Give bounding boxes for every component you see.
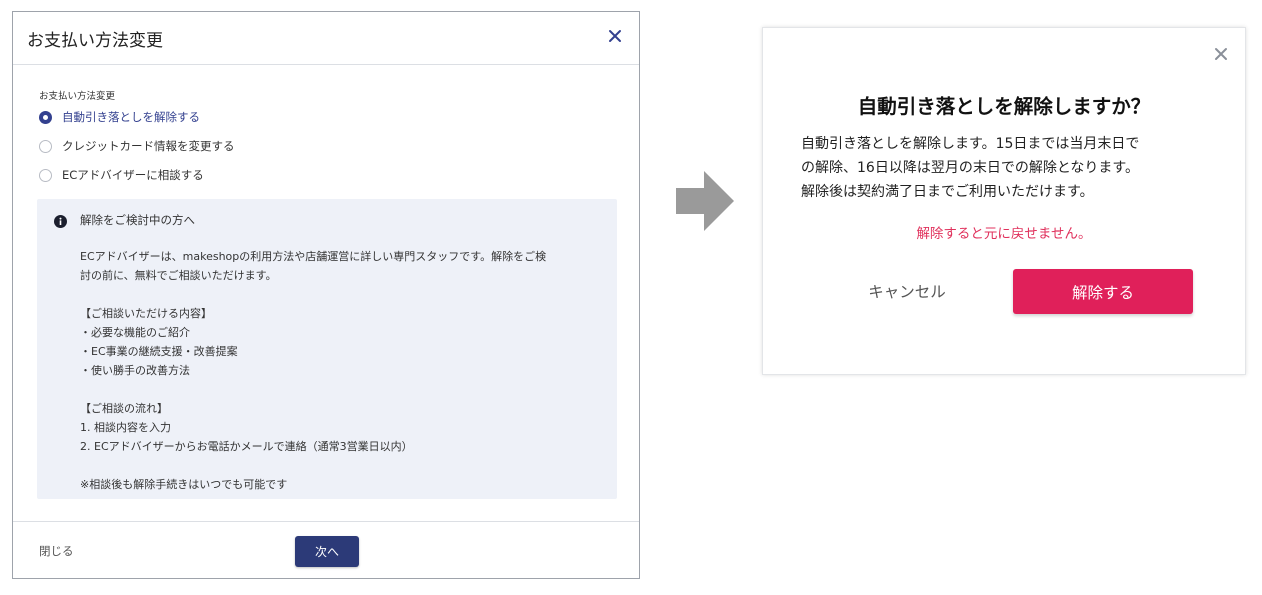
consult-item: ・必要な機能のご紹介 — [80, 326, 190, 339]
section-label: お支払い方法変更 — [39, 91, 116, 102]
flow-item: 2. ECアドバイザーからお電話かメールで連絡（通常3営業日以内） — [80, 440, 413, 453]
confirm-body: 自動引き落としを解除します。15日までは当月末日で の解除、16日以降は翌月の末… — [801, 132, 1221, 204]
confirm-cancel-modal: 自動引き落としを解除しますか？ 自動引き落としを解除します。15日までは当月末日… — [762, 27, 1246, 375]
radio-option-change-credit-card[interactable]: クレジットカード情報を変更する — [39, 138, 235, 154]
flow-item: 1. 相談内容を入力 — [80, 421, 171, 434]
radio-unchecked-icon[interactable] — [39, 168, 52, 182]
info-note: ※相談後も解除手続きはいつでも可能です — [80, 478, 288, 491]
radio-checked-icon[interactable] — [39, 110, 52, 124]
info-intro-line: 討の前に、無料でご相談いただけます。 — [80, 269, 277, 282]
radio-label: ECアドバイザーに相談する — [62, 168, 204, 182]
close-link[interactable]: 閉じる — [39, 543, 74, 559]
radio-label: クレジットカード情報を変更する — [62, 139, 235, 153]
arrow-right-icon — [676, 171, 734, 231]
info-body: ECアドバイザーは、makeshopの利用方法や店舗運営に詳しい専門スタッフです… — [80, 247, 610, 494]
info-intro-line: ECアドバイザーは、makeshopの利用方法や店舗運営に詳しい専門スタッフです… — [80, 250, 547, 263]
radio-label: 自動引き落としを解除する — [62, 110, 200, 124]
confirm-cancel-button[interactable]: 解除する — [1013, 269, 1193, 314]
payment-method-modal: お支払い方法変更 お支払い方法変更 自動引き落としを解除する クレジットカード情… — [12, 11, 640, 579]
close-icon[interactable] — [603, 24, 627, 48]
confirm-body-line: 解除後は契約満了日までご利用いただけます。 — [801, 184, 1094, 200]
close-icon[interactable] — [1213, 46, 1229, 62]
footer-divider — [13, 521, 639, 522]
confirm-body-line: 自動引き落としを解除します。15日までは当月末日で — [801, 136, 1140, 152]
consult-item: ・EC事業の継続支援・改善提案 — [80, 345, 238, 358]
next-button[interactable]: 次へ — [295, 536, 359, 567]
radio-option-consult-advisor[interactable]: ECアドバイザーに相談する — [39, 167, 204, 183]
cancel-button[interactable]: キャンセル — [847, 280, 967, 302]
radio-option-cancel-auto-debit[interactable]: 自動引き落としを解除する — [39, 109, 200, 125]
modal-header: お支払い方法変更 — [13, 12, 639, 65]
info-box: 解除をご検討中の方へ ECアドバイザーは、makeshopの利用方法や店舗運営に… — [37, 199, 617, 499]
info-title: 解除をご検討中の方へ — [80, 213, 195, 227]
info-icon — [54, 213, 67, 228]
modal-title: お支払い方法変更 — [27, 31, 163, 51]
flow-heading: 【ご相談の流れ】 — [80, 402, 168, 415]
confirm-title: 自動引き落としを解除しますか？ — [857, 95, 1151, 118]
confirm-body-line: の解除、16日以降は翌月の末日での解除となります。 — [801, 160, 1139, 176]
consult-item: ・使い勝手の改善方法 — [80, 364, 190, 377]
consult-heading: 【ご相談いただける内容】 — [80, 307, 212, 320]
radio-unchecked-icon[interactable] — [39, 139, 52, 153]
warning-text: 解除すると元に戻せません。 — [916, 226, 1092, 242]
